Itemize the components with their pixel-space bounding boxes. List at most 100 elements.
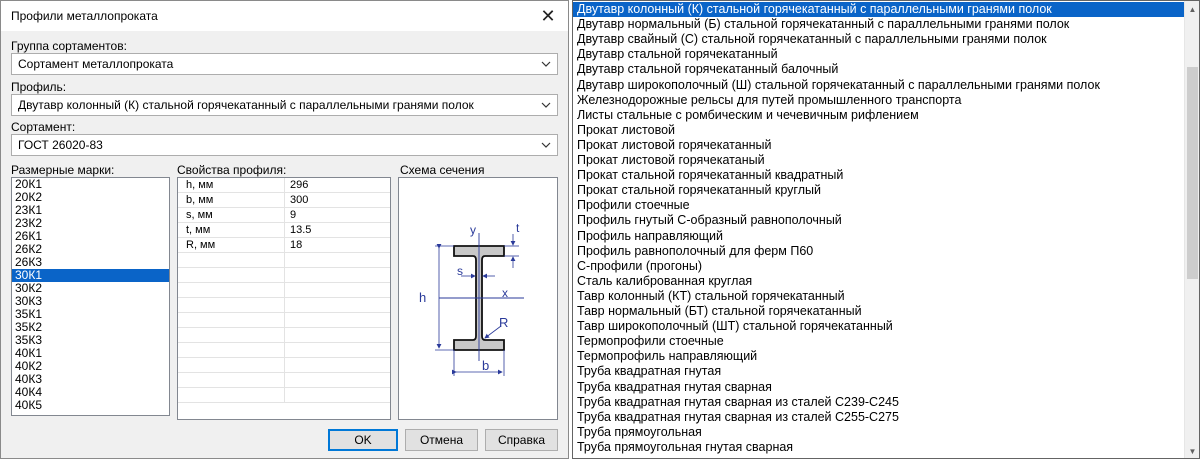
properties-grid: h, мм 296 b, мм 300 s, мм 9 t, мм 13.5 R, мм 18 [177, 177, 391, 420]
property-row-empty [178, 283, 390, 298]
marks-list[interactable]: 20К1 20К2 23К1 23К2 26К1 26К2 26К3 30К1 30К2 30К3… [11, 177, 170, 416]
dialog-titlebar: Профили металлопроката ✕ [1, 1, 568, 31]
dropdown-item[interactable]: Термопрофили стоечные [573, 334, 1185, 349]
scroll-down-icon[interactable]: ▼ [1185, 443, 1199, 458]
dropdown-item[interactable]: Прокат листовой горячекатанный [573, 138, 1185, 153]
property-value: 9 [290, 209, 297, 221]
group-combo[interactable]: Сортамент металлопроката [11, 53, 558, 75]
dropdown-item[interactable]: Железнодорожные рельсы для путей промышл… [573, 93, 1185, 108]
dropdown-item[interactable]: Тавр колонный (КТ) стальной горячекатанн… [573, 289, 1185, 304]
dropdown-item[interactable]: Двутавр свайный (С) стальной горячекатан… [573, 32, 1185, 47]
dropdown-item[interactable]: Труба квадратная гнутая сварная из стале… [573, 410, 1185, 425]
property-value: 300 [290, 194, 309, 206]
property-row: h, мм 296 [178, 178, 390, 193]
dropdown-item[interactable]: С-профили (прогоны) [573, 259, 1185, 274]
dropdown-item[interactable]: Тавр широкополочный (ШТ) стальной горяче… [573, 319, 1185, 334]
label-s: s [457, 264, 463, 278]
dropdown-item[interactable]: Труба квадратная гнутая сварная [573, 380, 1185, 395]
property-row: R, мм 18 [178, 238, 390, 253]
dropdown-item[interactable]: Труба квадратная гнутая сварная из стале… [573, 395, 1185, 410]
profile-combo[interactable]: Двутавр колонный (К) стальной горячеката… [11, 94, 558, 116]
scroll-up-icon[interactable]: ▲ [1185, 1, 1199, 17]
chevron-down-icon [541, 61, 551, 67]
dropdown-item[interactable]: Листы стальные с ромбическим и чечевичны… [573, 108, 1185, 123]
profiles-dialog: Профили металлопроката ✕ Группа сортамен… [0, 0, 569, 459]
property-divider [284, 208, 285, 223]
dropdown-item[interactable]: Прокат стальной горячекатанный квадратны… [573, 168, 1185, 183]
property-name: b, мм [186, 194, 214, 206]
profile-combo-value: Двутавр колонный (К) стальной горячеката… [18, 98, 474, 112]
assortment-label: Сортамент: [11, 120, 76, 134]
dropdown-item[interactable]: Профиль направляющий [573, 229, 1185, 244]
dropdown-item[interactable]: Двутавр колонный (К) стальной горячеката… [573, 2, 1185, 17]
profile-dropdown-list[interactable]: Труба прямоугольная гнутая сварная Труба … [572, 0, 1200, 459]
property-name: h, мм [186, 179, 214, 191]
label-x: x [502, 286, 508, 300]
property-name: s, мм [186, 209, 213, 221]
group-combo-value: Сортамент металлопроката [18, 57, 174, 71]
label-r: R [499, 315, 508, 330]
property-divider [284, 313, 285, 328]
property-row-empty [178, 313, 390, 328]
assortment-combo[interactable]: ГОСТ 26020-83 [11, 134, 558, 156]
dropdown-item[interactable]: Труба прямоугольная [573, 425, 1185, 440]
marks-list-item[interactable]: 40К5 [12, 399, 169, 412]
dropdown-item[interactable]: Прокат стальной горячекатанный круглый [573, 183, 1185, 198]
marks-label: Размерные марки: [11, 163, 115, 177]
property-name: R, мм [186, 239, 216, 251]
i-beam-diagram: y t s h x R b [419, 221, 524, 376]
property-row-empty [178, 328, 390, 343]
dropdown-item[interactable]: Тавр нормальный (БТ) стальной горячеката… [573, 304, 1185, 319]
property-value: 13.5 [290, 224, 312, 236]
property-row-empty [178, 373, 390, 388]
close-icon: ✕ [540, 5, 556, 26]
section-schema: y t s h x R b [398, 177, 558, 420]
dropdown-scrollbar[interactable]: ▲ ▼ [1184, 1, 1199, 458]
property-value: 296 [290, 179, 309, 191]
cancel-button[interactable]: Отмена [405, 429, 478, 451]
property-divider [284, 238, 285, 253]
property-divider [284, 223, 285, 238]
dropdown-item[interactable]: Труба прямоугольная гнутая сварная [573, 440, 1185, 455]
dropdown-item[interactable]: Профиль гнутый С-образный равнополочный [573, 213, 1185, 228]
property-row-empty [178, 268, 390, 283]
ok-button[interactable]: OK [328, 429, 398, 451]
dropdown-item[interactable]: Двутавр стальной горячекатанный [573, 47, 1185, 62]
property-row-empty [178, 253, 390, 268]
dropdown-item[interactable]: Прокат листовой горячекатаный [573, 153, 1185, 168]
dropdown-item[interactable]: Двутавр широкополочный (Ш) стальной горя… [573, 78, 1185, 93]
property-divider [284, 298, 285, 313]
dropdown-item[interactable]: Профили стоечные [573, 198, 1185, 213]
dropdown-item[interactable]: Профиль равнополочный для ферм П60 [573, 244, 1185, 259]
dropdown-item[interactable]: Двутавр стальной горячекатанный балочный [573, 62, 1185, 77]
help-button[interactable]: Справка [485, 429, 558, 451]
dropdown-item[interactable]: Прокат листовой [573, 123, 1185, 138]
close-button[interactable]: ✕ [528, 1, 568, 31]
dropdown-item[interactable]: Термопрофиль направляющий [573, 349, 1185, 364]
property-divider [284, 373, 285, 388]
property-divider [284, 178, 285, 193]
property-row-empty [178, 358, 390, 373]
schema-label: Схема сечения [400, 163, 485, 177]
dialog-title: Профили металлопроката [11, 9, 158, 23]
dropdown-item[interactable]: Труба квадратная гнутая [573, 364, 1185, 379]
property-divider [284, 358, 285, 373]
group-label: Группа сортаментов: [11, 39, 127, 53]
label-h: h [419, 290, 426, 305]
property-row-empty [178, 343, 390, 358]
property-divider [284, 193, 285, 208]
properties-label: Свойства профиля: [177, 163, 287, 177]
property-value: 18 [290, 239, 303, 251]
property-name: t, мм [186, 224, 211, 236]
dropdown-item[interactable]: Двутавр нормальный (Б) стальной горячека… [573, 17, 1185, 32]
property-divider [284, 253, 285, 268]
scroll-thumb[interactable] [1187, 67, 1198, 279]
property-divider [284, 328, 285, 343]
property-row: t, мм 13.5 [178, 223, 390, 238]
dropdown-item[interactable]: Сталь калиброванная круглая [573, 274, 1185, 289]
profile-label: Профиль: [11, 80, 67, 94]
label-b: b [482, 358, 489, 373]
property-divider [284, 343, 285, 358]
property-divider [284, 268, 285, 283]
assortment-combo-value: ГОСТ 26020-83 [18, 138, 103, 152]
